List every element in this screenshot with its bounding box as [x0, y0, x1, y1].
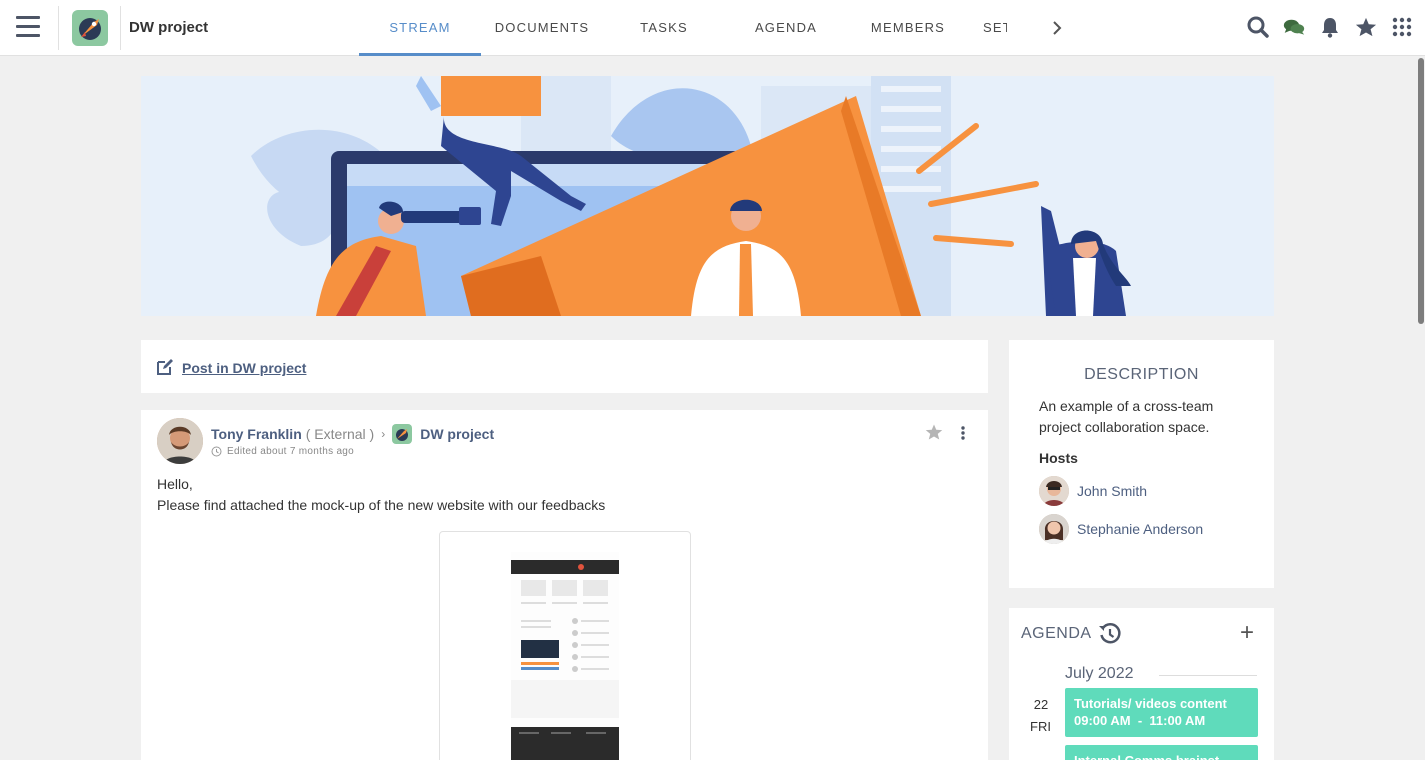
- agenda-card: AGENDA + July 2022 22 FRI Tutorials/ vid…: [1009, 608, 1274, 760]
- post-in-space-link[interactable]: Post in DW project: [182, 360, 306, 376]
- post-composer: Post in DW project: [141, 340, 988, 393]
- space-title[interactable]: DW project: [129, 19, 208, 36]
- more-options-icon[interactable]: [958, 424, 968, 442]
- avatar: [1039, 514, 1069, 544]
- edit-icon[interactable]: [156, 358, 174, 376]
- space-mini-logo[interactable]: [392, 424, 413, 444]
- external-tag: ( External ): [305, 426, 375, 442]
- history-icon[interactable]: [1098, 622, 1122, 646]
- agenda-event[interactable]: Internal Comms brainst: [1065, 745, 1258, 760]
- add-event-icon[interactable]: +: [1240, 621, 1254, 645]
- agenda-event[interactable]: Tutorials/ videos content 09:00 AM - 11:…: [1065, 688, 1258, 737]
- search-icon[interactable]: [1247, 14, 1269, 40]
- clock-icon: [211, 446, 222, 457]
- notifications-icon[interactable]: [1319, 14, 1341, 40]
- event-title: Internal Comms brainst: [1074, 752, 1249, 760]
- menu-hamburger-icon[interactable]: [16, 16, 40, 38]
- tab-tasks[interactable]: TASKS: [603, 0, 725, 56]
- tab-members[interactable]: MEMBERS: [847, 0, 969, 56]
- scrollbar-thumb[interactable]: [1418, 58, 1424, 324]
- host-name: John Smith: [1077, 483, 1148, 499]
- chevron-right-icon: ›: [381, 427, 386, 441]
- avatar: [1039, 476, 1069, 506]
- page-scrollbar[interactable]: [1415, 56, 1425, 760]
- event-title: Tutorials/ videos content: [1074, 696, 1227, 711]
- day-name: FRI: [1030, 719, 1051, 734]
- author-name[interactable]: Tony Franklin: [211, 426, 302, 442]
- activity-card: Tony Franklin ( External ) › DW project …: [141, 410, 988, 760]
- host-item[interactable]: Stephanie Anderson: [1039, 514, 1203, 544]
- top-icons: [1247, 14, 1413, 40]
- space-tabs: STREAM DOCUMENTS TASKS AGENDA MEMBERS SE…: [359, 0, 1007, 56]
- mockup-thumbnail: [511, 552, 619, 760]
- space-link[interactable]: DW project: [420, 426, 494, 442]
- favorite-star-icon[interactable]: [925, 423, 943, 441]
- post-line: Hello,: [157, 476, 193, 492]
- day-number: 22: [1033, 697, 1049, 712]
- space-banner-image: [141, 76, 1274, 316]
- divider: [120, 6, 121, 50]
- hosts-label: Hosts: [1039, 450, 1078, 466]
- tab-stream[interactable]: STREAM: [359, 0, 481, 56]
- divider: [1159, 675, 1257, 676]
- host-name: Stephanie Anderson: [1077, 521, 1204, 537]
- post-body: Hello, Please find attached the mock-up …: [157, 474, 605, 516]
- edited-label: Edited about 7 months ago: [227, 446, 355, 457]
- event-time: 09:00 AM - 11:00 AM: [1074, 713, 1206, 728]
- tab-documents[interactable]: DOCUMENTS: [481, 0, 603, 56]
- tab-settings[interactable]: SETT: [969, 0, 1007, 56]
- avatar[interactable]: [157, 418, 203, 464]
- divider: [58, 6, 59, 50]
- chevron-right-icon[interactable]: [1046, 17, 1068, 39]
- post-line: Please find attached the mock-up of the …: [157, 497, 606, 513]
- agenda-month: July 2022: [1065, 665, 1134, 682]
- edited-timestamp[interactable]: Edited about 7 months ago: [211, 446, 354, 457]
- host-item[interactable]: John Smith: [1039, 476, 1147, 506]
- description-title: DESCRIPTION: [1084, 366, 1199, 383]
- agenda-title: AGENDA: [1021, 625, 1092, 642]
- attachment-preview[interactable]: [439, 531, 691, 760]
- space-logo[interactable]: [72, 10, 108, 46]
- activity-header: Tony Franklin ( External ) › DW project: [211, 424, 494, 444]
- description-text: An example of a cross-team project colla…: [1039, 398, 1214, 435]
- apps-icon[interactable]: [1391, 14, 1413, 40]
- tab-agenda[interactable]: AGENDA: [725, 0, 847, 56]
- description-card: DESCRIPTION An example of a cross-team p…: [1009, 340, 1274, 588]
- favorites-icon[interactable]: [1355, 14, 1377, 40]
- top-bar: DW project STREAM DOCUMENTS TASKS AGENDA…: [0, 0, 1425, 56]
- chat-icon[interactable]: [1283, 14, 1305, 40]
